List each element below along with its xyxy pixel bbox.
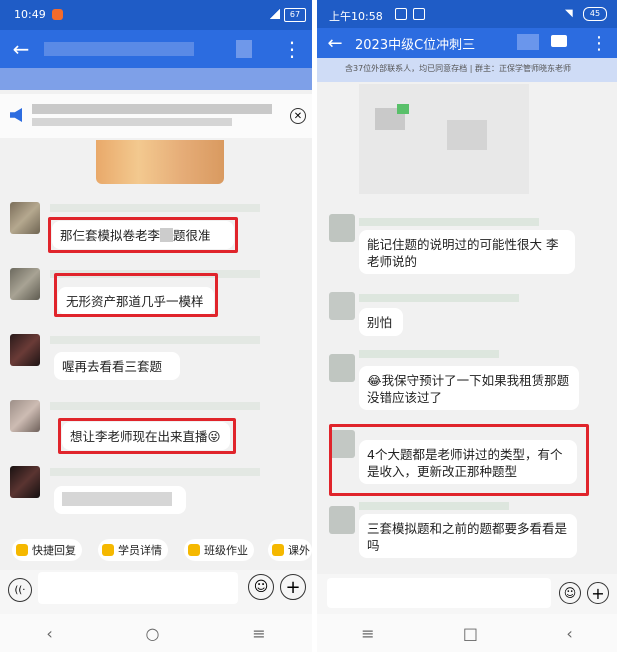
avatar xyxy=(10,466,40,498)
status-time: 10:49 xyxy=(14,8,46,21)
avatar xyxy=(10,268,40,300)
add-icon[interactable]: + xyxy=(587,582,609,604)
emoji-icon[interactable]: ☺ xyxy=(559,582,581,604)
signal-icon xyxy=(270,9,280,19)
nav-home-button[interactable]: □ xyxy=(463,624,478,643)
nav-menu-button[interactable]: ≡ xyxy=(361,624,374,643)
emoji-icon[interactable]: ☺ xyxy=(248,574,274,600)
redacted-image xyxy=(359,84,529,194)
back-arrow-icon[interactable]: ← xyxy=(323,30,347,56)
redacted-image-part xyxy=(397,104,409,114)
sender-name xyxy=(359,294,519,302)
avatar xyxy=(10,202,40,234)
sender-name xyxy=(50,468,260,476)
add-icon[interactable]: + xyxy=(280,574,306,600)
extracurricular-button[interactable]: 课外 xyxy=(268,539,312,561)
chat-title-extra xyxy=(236,40,252,58)
back-arrow-icon[interactable]: ← xyxy=(8,36,34,62)
announcement-text xyxy=(32,104,272,114)
sender-name xyxy=(359,218,539,226)
redacted-image-part xyxy=(447,120,487,150)
status-bar: 上午10:58 ◥ 45 xyxy=(317,0,617,28)
status-bar: 10:49 67 xyxy=(0,0,312,30)
sender-name xyxy=(50,204,260,212)
laughing-emoji-icon: 😂 xyxy=(367,373,382,388)
student-details-button[interactable]: 学员详情 xyxy=(98,539,168,561)
avatar xyxy=(329,292,355,320)
notification-icon xyxy=(395,8,407,20)
announcement-text-line2 xyxy=(32,118,232,126)
voice-icon[interactable]: ((· xyxy=(8,578,32,602)
notification-icon xyxy=(413,8,425,20)
quick-reply-button[interactable]: 快捷回复 xyxy=(12,539,82,561)
left-phone-screen: 10:49 67 ← ⋮ ✕ 那仨套模拟卷老李题很准 无形资产那道几乎一模样 xyxy=(0,0,312,652)
sender-name xyxy=(50,402,260,410)
nav-menu-button[interactable]: ≡ xyxy=(252,624,265,643)
battery-indicator: 67 xyxy=(284,8,306,22)
app-bar: ← ⋮ xyxy=(0,30,312,68)
message-bubble[interactable]: 😂我保守预计了一下如果我租赁那题没错应该过了 xyxy=(359,366,579,410)
avatar xyxy=(329,506,355,534)
avatar xyxy=(10,334,40,366)
battery-indicator: 45 xyxy=(583,7,607,21)
close-icon[interactable]: ✕ xyxy=(290,108,306,124)
sender-name xyxy=(359,350,499,358)
chip-label: 快捷回复 xyxy=(32,544,76,557)
system-nav-bar: ≡ □ ‹ xyxy=(317,614,617,652)
video-icon[interactable] xyxy=(551,35,567,47)
group-info-bar xyxy=(0,68,312,90)
message-input[interactable] xyxy=(38,572,238,604)
redacted-text xyxy=(62,492,172,506)
avatar xyxy=(329,214,355,242)
sender-name xyxy=(50,336,260,344)
highlight-box xyxy=(329,424,589,496)
highlight-box xyxy=(58,418,236,454)
right-phone-screen: 上午10:58 ◥ 45 ← 2023中级C位冲刺三 ⋮ 含37位外部联系人，均… xyxy=(317,0,617,652)
message-bubble[interactable]: 别怕 xyxy=(359,308,403,336)
input-bar: ((· ☺ + xyxy=(0,570,312,614)
more-vertical-icon[interactable]: ⋮ xyxy=(282,36,302,62)
notification-icon xyxy=(52,9,63,20)
student-icon xyxy=(102,544,114,556)
nav-home-button[interactable]: ○ xyxy=(146,624,160,643)
chip-label: 课外 xyxy=(288,544,310,557)
status-time: 上午10:58 xyxy=(329,10,383,23)
avatar xyxy=(329,354,355,382)
nav-back-button[interactable]: ‹ xyxy=(566,624,572,643)
app-bar: ← 2023中级C位冲刺三 ⋮ xyxy=(317,28,617,58)
chat-title: 2023中级C位冲刺三 xyxy=(355,38,476,53)
wifi-icon: ◥ xyxy=(565,8,573,19)
group-subtitle: 含37位外部联系人，均已同意存档 | 群主：正保学管师晓东老师 xyxy=(345,64,571,73)
chat-title-redacted xyxy=(517,34,539,50)
sender-name xyxy=(359,502,509,510)
highlight-box xyxy=(48,217,238,253)
group-subtitle-bar: 含37位外部联系人，均已同意存档 | 群主：正保学管师晓东老师 xyxy=(317,58,617,82)
announcement-bar: ✕ xyxy=(0,94,312,138)
system-nav-bar: ‹ ○ ≡ xyxy=(0,614,312,652)
shared-image xyxy=(96,140,224,184)
avatar xyxy=(10,400,40,432)
nav-back-button[interactable]: ‹ xyxy=(46,624,52,643)
chip-label: 学员详情 xyxy=(118,544,162,557)
input-bar: ☺ + xyxy=(317,574,617,614)
class-homework-button[interactable]: 班级作业 xyxy=(184,539,254,561)
extracurricular-icon xyxy=(272,544,284,556)
message-input[interactable] xyxy=(327,578,551,608)
chip-label: 班级作业 xyxy=(204,544,248,557)
message-bubble-redacted[interactable] xyxy=(54,486,186,514)
chat-title xyxy=(44,42,194,56)
message-bubble[interactable]: 喔再去看看三套题 xyxy=(54,352,180,380)
highlight-box xyxy=(54,273,218,317)
quick-reply-icon xyxy=(16,544,28,556)
homework-icon xyxy=(188,544,200,556)
speaker-icon xyxy=(10,108,22,122)
message-bubble[interactable]: 三套模拟题和之前的题都要多看看是吗 xyxy=(359,514,577,558)
message-text: 我保守预计了一下如果我租赁那题没错应该过了 xyxy=(367,373,570,405)
more-vertical-icon[interactable]: ⋮ xyxy=(590,30,608,56)
message-bubble[interactable]: 能记住题的说明过的可能性很大 李老师说的 xyxy=(359,230,575,274)
